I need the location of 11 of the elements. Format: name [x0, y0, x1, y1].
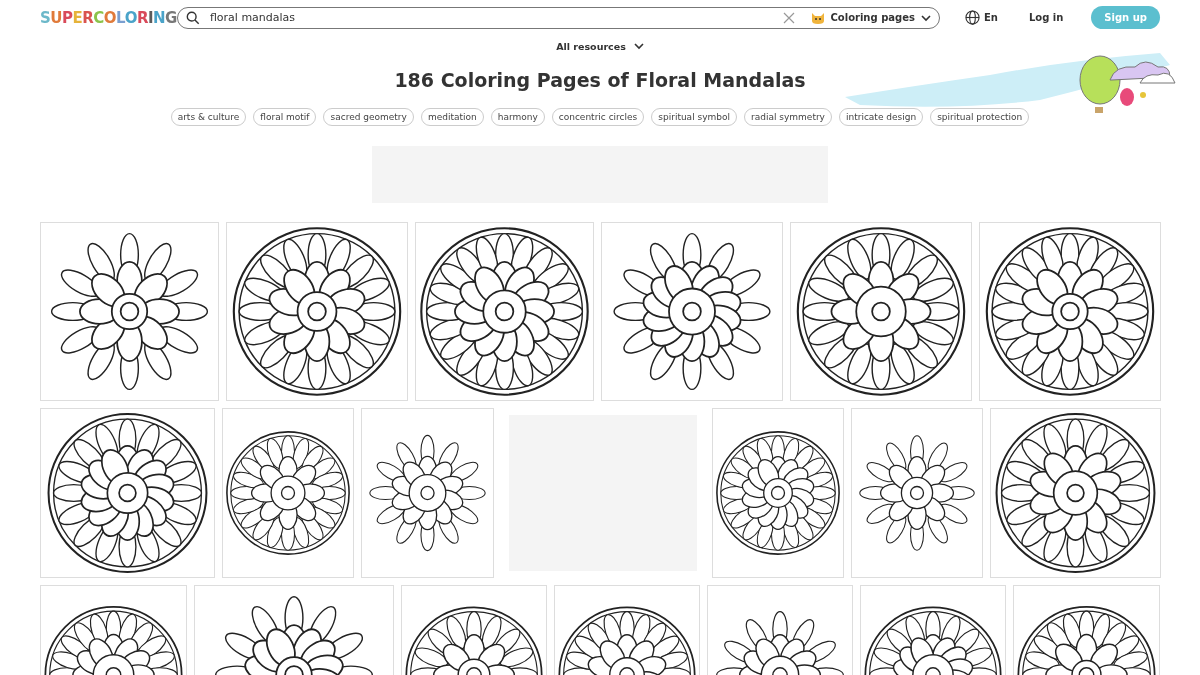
caret-icon: [920, 12, 931, 23]
caret-icon: [633, 41, 644, 51]
login-button[interactable]: Log in: [1022, 11, 1070, 24]
logo[interactable]: SUPERCOLORING: [40, 8, 177, 27]
category-dropdown[interactable]: Coloring pages: [810, 10, 931, 25]
resources-dropdown[interactable]: All resources: [550, 39, 650, 53]
language-button[interactable]: En: [964, 10, 998, 25]
close-icon[interactable]: [782, 11, 795, 24]
cat-icon: [810, 10, 825, 25]
page-title: 186 Coloring Pages of Floral Mandalas: [394, 69, 806, 91]
search-icon: [185, 10, 200, 25]
